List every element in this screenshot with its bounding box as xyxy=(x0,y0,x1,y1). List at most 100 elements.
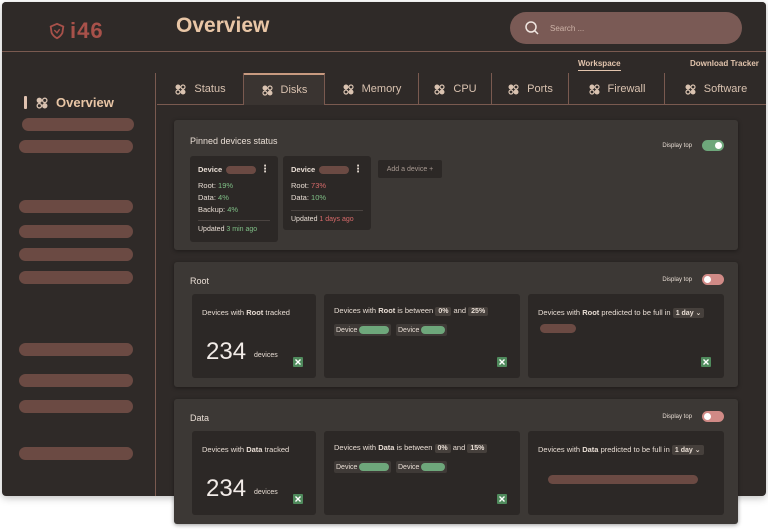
low-threshold-chip[interactable]: 0% xyxy=(435,307,452,316)
device-chip[interactable]: Device xyxy=(334,461,392,473)
root-label: Root: xyxy=(198,181,216,190)
tab-software[interactable]: Software xyxy=(665,73,766,105)
tab-label: Disks xyxy=(280,84,308,96)
card-title-bold: Data xyxy=(246,445,263,454)
backup-value: 4% xyxy=(227,205,239,214)
chevron-down-icon: ⌄ xyxy=(695,310,702,317)
data-section: Data Display top Devices with Data track… xyxy=(174,399,738,524)
device-card[interactable]: Device ⋮ Root: 19% Data: 4% Backup: 4% U… xyxy=(190,156,278,242)
search-input[interactable] xyxy=(550,23,720,33)
root-section: Root Display top Devices with Root track… xyxy=(174,262,738,387)
tab-memory[interactable]: Memory xyxy=(325,73,419,105)
tab-bar: Status Disks Memory CPU Ports Firewall S… xyxy=(157,73,766,105)
root-row: Root: 19% xyxy=(198,180,270,192)
device-card[interactable]: Device ⋮ Root: 73% Data: 10% Updated 1 d… xyxy=(283,156,371,230)
tracked-unit: devices xyxy=(254,352,278,359)
sidebar: Overview xyxy=(2,73,156,496)
sidebar-item-placeholder[interactable] xyxy=(19,225,133,238)
device-chip-label: Device xyxy=(398,463,420,471)
section-title: Pinned devices status xyxy=(190,136,278,146)
gear-icon xyxy=(434,84,445,95)
display-top-toggle[interactable] xyxy=(702,274,724,285)
device-placeholder[interactable] xyxy=(548,475,698,484)
device-chip[interactable]: Device xyxy=(334,324,392,336)
card-title-mid: is between xyxy=(397,306,434,315)
card-title-bold: Root xyxy=(378,306,396,315)
logo[interactable]: i46 xyxy=(48,18,104,44)
add-device-button[interactable]: Add a device + xyxy=(378,160,442,178)
device-label: Device xyxy=(198,165,223,174)
between-card: Devices with Root is between 0% and 25% … xyxy=(324,294,520,378)
device-name-placeholder xyxy=(421,326,446,334)
device-placeholder[interactable] xyxy=(540,324,576,333)
card-title-post: tracked xyxy=(265,308,290,317)
tab-status[interactable]: Status xyxy=(157,73,244,105)
updated-label: Updated xyxy=(198,226,225,233)
card-title: Devices with Root tracked xyxy=(202,308,290,317)
excel-icon[interactable] xyxy=(292,356,304,368)
data-value: 10% xyxy=(311,193,327,202)
download-tracker-link[interactable]: Download Tracker xyxy=(690,59,759,68)
sidebar-item-placeholder[interactable] xyxy=(19,343,133,356)
pinned-devices-section: Pinned devices status Display top Device… xyxy=(174,120,738,250)
device-card-header: Device ⋮ xyxy=(291,164,363,176)
kebab-menu-icon[interactable]: ⋮ xyxy=(353,165,363,175)
sidebar-item-placeholder[interactable] xyxy=(22,118,134,131)
sidebar-item-placeholder[interactable] xyxy=(19,248,133,261)
top-bar: i46 Overview xyxy=(2,2,766,52)
excel-icon[interactable] xyxy=(292,493,304,505)
backup-label: Backup: xyxy=(198,205,226,214)
data-label: Data: xyxy=(198,193,216,202)
main-content: Pinned devices status Display top Device… xyxy=(174,116,738,530)
tab-disks[interactable]: Disks xyxy=(244,73,325,105)
search-bar[interactable] xyxy=(510,12,742,44)
sidebar-item-placeholder[interactable] xyxy=(19,400,133,413)
device-name-placeholder xyxy=(319,166,349,174)
display-top-toggle[interactable] xyxy=(702,411,724,422)
logo-text: i46 xyxy=(70,18,104,43)
root-label: Root: xyxy=(291,181,309,190)
tab-ports[interactable]: Ports xyxy=(492,73,569,105)
display-top-control: Display top xyxy=(662,140,724,151)
tracked-count: 234 xyxy=(206,475,247,502)
device-chip-label: Device xyxy=(336,326,358,334)
updated-label: Updated xyxy=(291,216,318,223)
excel-icon[interactable] xyxy=(700,356,712,368)
device-chip[interactable]: Device xyxy=(396,324,448,336)
device-name-placeholder xyxy=(359,326,390,334)
tracked-unit: devices xyxy=(254,489,278,496)
device-chip[interactable]: Device xyxy=(396,461,448,473)
display-top-toggle[interactable] xyxy=(702,140,724,151)
data-value: 4% xyxy=(218,193,229,202)
sidebar-item-placeholder[interactable] xyxy=(19,374,133,387)
sidebar-item-placeholder[interactable] xyxy=(19,271,133,284)
tab-firewall[interactable]: Firewall xyxy=(569,73,665,105)
high-threshold-chip[interactable]: 25% xyxy=(468,307,489,316)
device-chip-label: Device xyxy=(336,463,358,471)
root-value: 19% xyxy=(218,181,234,190)
card-title-post: tracked xyxy=(264,445,290,454)
sidebar-item-overview[interactable]: Overview xyxy=(24,95,114,110)
tab-cpu[interactable]: CPU xyxy=(419,73,492,105)
sidebar-item-placeholder[interactable] xyxy=(19,200,133,213)
excel-icon[interactable] xyxy=(496,356,508,368)
sidebar-item-placeholder[interactable] xyxy=(19,447,133,460)
workspace-link[interactable]: Workspace xyxy=(578,59,621,71)
data-row: Data: 4% xyxy=(198,192,270,204)
predicted-card: Devices with Root predicted to be full i… xyxy=(528,294,724,378)
kebab-menu-icon[interactable]: ⋮ xyxy=(260,165,270,175)
chevron-down-icon: ⌄ xyxy=(694,447,701,454)
period-select[interactable]: 1 day ⌄ xyxy=(671,445,704,455)
card-title-pre: Devices with xyxy=(334,306,377,315)
sidebar-item-placeholder[interactable] xyxy=(19,140,133,153)
period-value: 1 day xyxy=(674,447,693,454)
device-label: Device xyxy=(291,165,316,174)
high-threshold-chip[interactable]: 15% xyxy=(467,444,488,453)
backup-row: Backup: 4% xyxy=(198,204,270,216)
root-row: Root: 73% xyxy=(291,180,363,192)
card-title-and: and xyxy=(453,306,467,315)
low-threshold-chip[interactable]: 0% xyxy=(434,444,451,453)
search-icon xyxy=(525,21,539,35)
excel-icon[interactable] xyxy=(496,493,508,505)
period-select[interactable]: 1 day ⌄ xyxy=(672,308,705,318)
